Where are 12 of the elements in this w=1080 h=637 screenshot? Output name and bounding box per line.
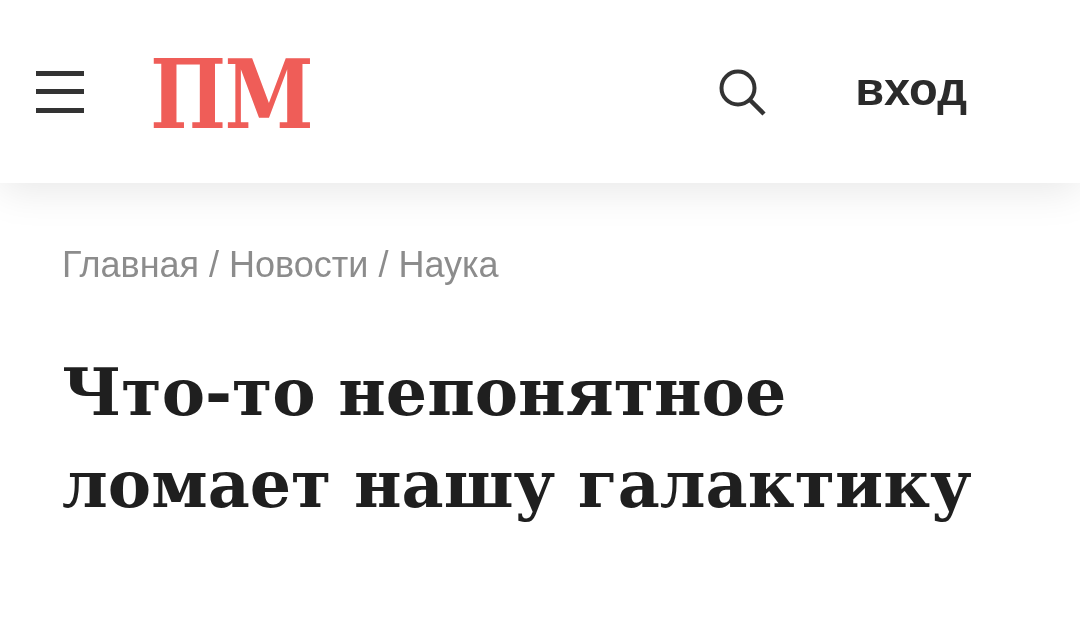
breadcrumb-separator: / (378, 244, 389, 285)
search-icon (718, 67, 767, 116)
breadcrumb-link[interactable]: Новости (229, 244, 369, 285)
menu-button[interactable] (36, 70, 84, 113)
article-headline: Что-то непонятное ломает нашу галактику (62, 353, 973, 525)
menu-icon (36, 70, 84, 113)
breadcrumb-separator: / (209, 244, 220, 285)
breadcrumb-link[interactable]: Наука (398, 244, 499, 285)
login-link[interactable]: вход (855, 65, 967, 118)
breadcrumb-link[interactable]: Главная (62, 244, 200, 285)
site-logo[interactable]: ПМ (150, 46, 313, 143)
search-button[interactable] (718, 67, 767, 116)
